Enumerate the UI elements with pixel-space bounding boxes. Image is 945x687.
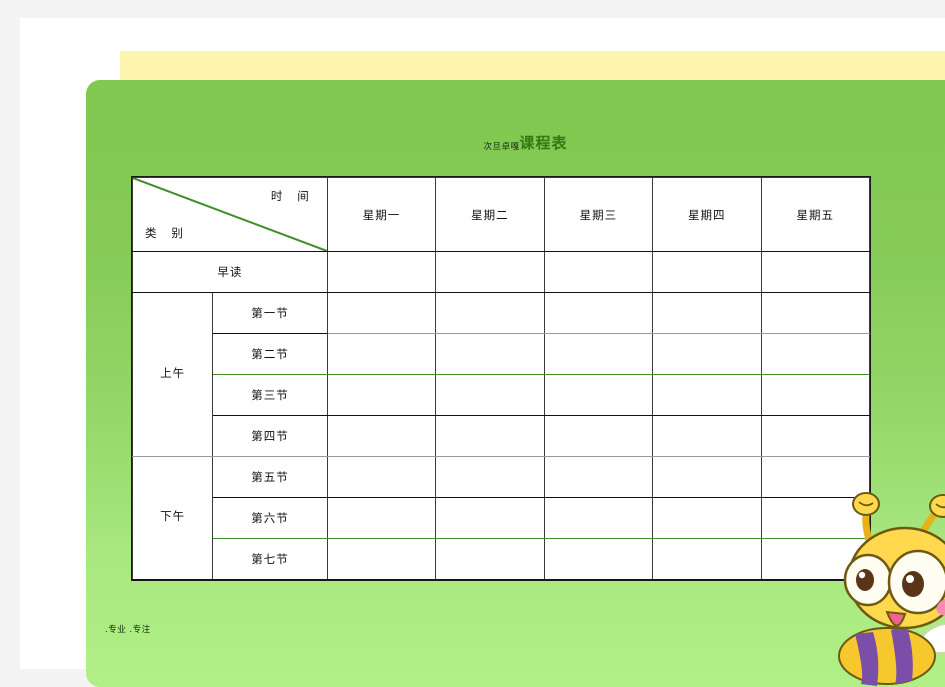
cell-p2-tue[interactable] (435, 333, 545, 375)
cell-p4-wed[interactable] (543, 415, 654, 457)
row-label-period-4: 第四节 (212, 415, 328, 457)
cell-p5-fri[interactable] (760, 456, 871, 498)
cell-p1-mon[interactable] (326, 292, 437, 334)
table-row-period-2: 第二节 (133, 333, 871, 375)
row-label-period-2: 第二节 (212, 333, 328, 375)
page-sheet: 次旦卓嘎课程表 时 间 类 别 星期一 星期二 星期三 星期四 星期五 早读 上… (20, 18, 945, 687)
day-header-monday: 星期一 (326, 177, 437, 252)
cell-p4-mon[interactable] (326, 415, 437, 457)
title-main-text: 课程表 (519, 134, 568, 152)
cell-p1-tue[interactable] (435, 292, 545, 334)
cell-p1-thu[interactable] (652, 292, 762, 334)
cell-p6-tue[interactable] (435, 497, 545, 539)
table-row-period-5: 下午 第五节 (131, 456, 871, 580)
cell-morning-reading-wed[interactable] (543, 251, 654, 293)
section-label-afternoon: 下午 (131, 456, 214, 580)
table-row-period-4: 第四节 (133, 415, 871, 457)
cell-p7-wed[interactable] (543, 538, 654, 580)
cell-p6-thu[interactable] (652, 497, 762, 539)
cell-p4-tue[interactable] (435, 415, 545, 457)
table-row-period-3: 第三节 (133, 374, 871, 416)
table-header-row: 时 间 类 别 星期一 星期二 星期三 星期四 星期五 (132, 177, 871, 252)
section-label-morning: 上午 (131, 292, 214, 457)
cell-p2-thu[interactable] (652, 333, 762, 375)
cell-p7-thu[interactable] (652, 538, 762, 580)
cell-p6-wed[interactable] (543, 497, 654, 539)
table-row-period-6: 第六节 (133, 497, 871, 539)
cell-p5-tue[interactable] (435, 456, 545, 498)
cell-morning-reading-fri[interactable] (760, 251, 871, 293)
cell-morning-reading-tue[interactable] (435, 251, 545, 293)
cell-p3-fri[interactable] (760, 374, 871, 416)
cell-p5-wed[interactable] (543, 456, 654, 498)
row-label-period-6: 第六节 (212, 497, 328, 539)
day-header-friday: 星期五 (760, 177, 871, 252)
cell-p3-thu[interactable] (652, 374, 762, 416)
corner-category-label: 类 别 (145, 228, 189, 240)
cell-p2-wed[interactable] (543, 333, 654, 375)
cell-p1-fri[interactable] (760, 292, 871, 334)
title-owner-name: 次旦卓嘎 (483, 142, 520, 152)
cell-p5-mon[interactable] (326, 456, 437, 498)
row-label-period-1: 第一节 (212, 292, 328, 334)
cell-p3-mon[interactable] (326, 374, 437, 416)
corner-header-cell: 时 间 类 别 (132, 177, 328, 252)
cell-p7-mon[interactable] (326, 538, 437, 580)
cell-p1-wed[interactable] (543, 292, 654, 334)
cell-p2-mon[interactable] (326, 333, 437, 375)
row-label-morning-reading: 早读 (132, 251, 328, 293)
table-row-period-7: 第七节 (133, 538, 871, 580)
cell-p6-mon[interactable] (326, 497, 437, 539)
row-label-period-7: 第七节 (212, 538, 328, 580)
corner-time-label: 时 间 (270, 191, 315, 203)
day-header-tuesday: 星期二 (435, 177, 545, 252)
table-row-morning-reading: 早读 (132, 251, 871, 293)
row-label-period-5: 第五节 (212, 456, 328, 498)
footer-slogan: .专业 .专注 (105, 625, 151, 635)
day-header-wednesday: 星期三 (543, 177, 654, 252)
cell-p4-thu[interactable] (652, 415, 762, 457)
cell-p2-fri[interactable] (760, 333, 871, 375)
cell-p5-thu[interactable] (652, 456, 762, 498)
cell-p3-wed[interactable] (543, 374, 654, 416)
cell-p4-fri[interactable] (760, 415, 871, 457)
green-content-panel: 次旦卓嘎课程表 时 间 类 别 星期一 星期二 星期三 星期四 星期五 早读 上… (86, 80, 945, 687)
page-title: 次旦卓嘎课程表 (86, 132, 945, 153)
cell-p3-tue[interactable] (435, 374, 545, 416)
table-row-period-1: 上午 第一节 (131, 292, 871, 457)
day-header-thursday: 星期四 (652, 177, 762, 252)
cell-p7-tue[interactable] (435, 538, 545, 580)
class-schedule-table: 时 间 类 别 星期一 星期二 星期三 星期四 星期五 早读 上午 第一节 第二… (131, 176, 871, 581)
row-label-period-3: 第三节 (212, 374, 328, 416)
cell-morning-reading-mon[interactable] (326, 251, 437, 293)
cell-morning-reading-thu[interactable] (652, 251, 762, 293)
cell-p7-fri[interactable] (760, 538, 871, 580)
cell-p6-fri[interactable] (760, 497, 871, 539)
